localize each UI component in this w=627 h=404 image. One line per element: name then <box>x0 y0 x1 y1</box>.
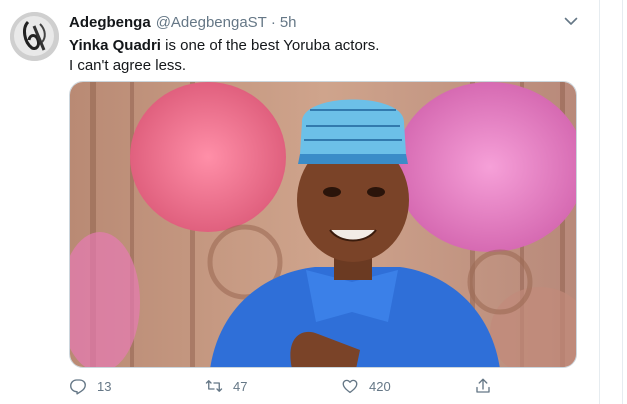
heart-icon <box>342 379 358 394</box>
tweet-text-rest: is one of the best Yoruba actors. <box>160 37 380 54</box>
tweet-text-bold: Yinka Quadri <box>69 37 161 54</box>
timeline-gutter <box>600 0 627 404</box>
reply-count: 13 <box>97 378 112 394</box>
tweet-card[interactable]: Adegbenga @AdegbengaST · 5h Yinka Quadri… <box>0 0 600 404</box>
tweet-timestamp[interactable]: 5h <box>280 14 297 31</box>
tweet-text-line-2: I can't agree less. <box>69 57 187 74</box>
tweet-actions: 13 47 420 <box>69 372 509 400</box>
tweet-header: Adegbenga @AdegbengaST · 5h <box>69 12 297 32</box>
avatar[interactable] <box>10 12 59 61</box>
author-name[interactable]: Adegbenga <box>69 14 151 31</box>
reply-icon <box>70 379 86 395</box>
tweet-photo[interactable] <box>69 81 577 368</box>
tweet-text-line-1: Yinka Quadri is one of the best Yoruba a… <box>69 36 569 56</box>
author-handle[interactable]: @AdegbengaST <box>156 14 267 31</box>
retweet-button[interactable]: 47 <box>205 372 247 400</box>
like-count: 420 <box>369 378 391 394</box>
separator-dot: · <box>270 13 276 31</box>
tweet-text: Yinka Quadri is one of the best Yoruba a… <box>69 36 569 76</box>
like-button[interactable]: 420 <box>341 372 391 400</box>
share-icon <box>476 378 490 393</box>
reply-button[interactable]: 13 <box>69 372 111 400</box>
divider <box>622 0 623 404</box>
retweet-count: 47 <box>233 378 248 394</box>
retweet-icon <box>205 380 223 392</box>
share-button[interactable] <box>474 372 502 400</box>
chevron-down-icon[interactable] <box>562 12 580 30</box>
